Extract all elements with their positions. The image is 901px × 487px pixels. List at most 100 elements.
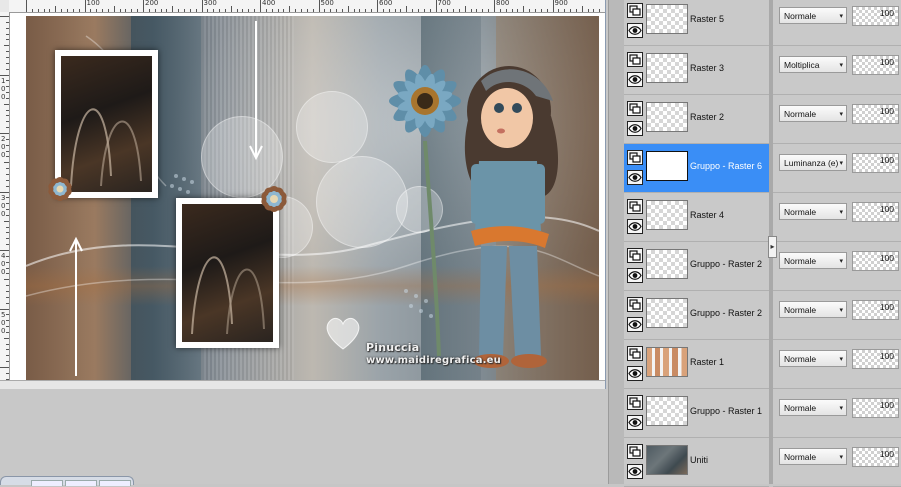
layer-row[interactable]: Raster 1	[624, 340, 769, 389]
image-canvas[interactable]: Pinuccia www.maidiregrafica.eu	[26, 16, 599, 380]
layer-thumbnail[interactable]	[646, 298, 688, 328]
layer-link-icon[interactable]	[627, 248, 643, 263]
ruler-tick	[195, 9, 197, 12]
opacity-slider[interactable]: 100	[852, 153, 899, 173]
ruler-tick	[593, 9, 595, 12]
layer-row[interactable]: Raster 5	[624, 0, 769, 46]
ruler-tick	[505, 9, 507, 12]
blend-mode-dropdown[interactable]: Normale ▾	[779, 448, 847, 465]
ruler-tick	[230, 6, 232, 12]
opacity-slider[interactable]: 100	[852, 300, 899, 320]
layer-row[interactable]: Raster 3	[624, 46, 769, 95]
visibility-eye-icon[interactable]	[627, 219, 643, 234]
layer-thumbnail[interactable]	[646, 151, 688, 181]
layer-row[interactable]: Gruppo - Raster 6	[624, 144, 769, 193]
layer-thumbnail[interactable]	[646, 396, 688, 426]
ruler-label: 500	[320, 0, 334, 7]
layer-link-icon[interactable]	[627, 3, 643, 18]
opacity-value: 100	[879, 8, 894, 18]
ruler-tick	[254, 9, 256, 12]
layer-link-icon[interactable]	[627, 101, 643, 116]
canvas-workspace[interactable]: 100 200 300 400 500 600 700 800 900 100 200 300 400…	[0, 0, 610, 486]
opacity-slider[interactable]: 100	[852, 251, 899, 271]
visibility-eye-icon[interactable]	[627, 170, 643, 185]
layer-name[interactable]: Raster 3	[690, 63, 724, 73]
layer-name[interactable]: Gruppo - Raster 6	[690, 161, 762, 171]
layer-thumbnail[interactable]	[646, 347, 688, 377]
opacity-slider[interactable]: 100	[852, 398, 899, 418]
layer-link-icon[interactable]	[627, 52, 643, 67]
opacity-slider[interactable]: 100	[852, 6, 899, 26]
layer-thumbnail[interactable]	[646, 445, 688, 475]
blend-mode-dropdown[interactable]: Moltiplica ▾	[779, 56, 847, 73]
visibility-eye-icon[interactable]	[627, 464, 643, 479]
blend-mode-dropdown[interactable]: Normale ▾	[779, 301, 847, 318]
blend-mode-label: Moltiplica	[784, 60, 820, 70]
opacity-slider[interactable]: 100	[852, 104, 899, 124]
layer-link-icon[interactable]	[627, 150, 643, 165]
layer-name[interactable]: Gruppo - Raster 2	[690, 308, 762, 318]
ruler-tick	[102, 9, 104, 12]
document-horizontal-scrollbar[interactable]	[0, 380, 605, 389]
layer-name[interactable]: Raster 4	[690, 210, 724, 220]
visibility-eye-icon[interactable]	[627, 415, 643, 430]
layer-row[interactable]: Raster 4	[624, 193, 769, 242]
layer-link-icon[interactable]	[627, 199, 643, 214]
tab-strip-button[interactable]	[99, 480, 131, 486]
blend-mode-dropdown[interactable]: Normale ▾	[779, 252, 847, 269]
layer-link-icon[interactable]	[627, 346, 643, 361]
layer-row[interactable]: Gruppo - Raster 1	[624, 389, 769, 438]
visibility-eye-icon[interactable]	[627, 72, 643, 87]
blend-mode-dropdown[interactable]: Luminanza (e) ▾	[779, 154, 847, 171]
ruler-tick	[0, 250, 9, 251]
ruler-tick	[0, 16, 9, 17]
blend-mode-dropdown[interactable]: Normale ▾	[779, 203, 847, 220]
ruler-tick	[6, 33, 9, 35]
ruler-tick	[441, 9, 443, 12]
visibility-eye-icon[interactable]	[627, 268, 643, 283]
opacity-slider[interactable]: 100	[852, 447, 899, 467]
ruler-label: 500	[1, 310, 6, 335]
tab-strip-button[interactable]	[31, 480, 63, 486]
ruler-tick	[529, 9, 531, 12]
layer-name[interactable]: Raster 1	[690, 357, 724, 367]
layer-thumbnail[interactable]	[646, 102, 688, 132]
expand-arrow-icon[interactable]: ▸	[768, 236, 777, 258]
layer-name[interactable]: Gruppo - Raster 2	[690, 259, 762, 269]
layer-thumbnail[interactable]	[646, 53, 688, 83]
layer-row[interactable]: Gruppo - Raster 2	[624, 291, 769, 340]
ruler-tick	[570, 9, 572, 12]
blend-mode-dropdown[interactable]: Normale ▾	[779, 105, 847, 122]
layer-name[interactable]: Uniti	[690, 455, 708, 465]
visibility-eye-icon[interactable]	[627, 23, 643, 38]
blend-mode-dropdown[interactable]: Normale ▾	[779, 7, 847, 24]
layer-name[interactable]: Raster 2	[690, 112, 724, 122]
layer-thumbnail[interactable]	[646, 4, 688, 34]
layer-name[interactable]: Raster 5	[690, 14, 724, 24]
layer-properties-column: Normale ▾ 100 Moltiplica ▾ 100 Normale ▾ 100 Lumi…	[773, 0, 901, 487]
visibility-eye-icon[interactable]	[627, 121, 643, 136]
visibility-eye-icon[interactable]	[627, 317, 643, 332]
ruler-tick	[587, 9, 589, 12]
layer-row[interactable]: Gruppo - Raster 2	[624, 242, 769, 291]
layer-row[interactable]: Raster 2	[624, 95, 769, 144]
ruler-tick	[540, 9, 542, 12]
ruler-tick	[599, 9, 601, 12]
opacity-slider[interactable]: 100	[852, 349, 899, 369]
blend-mode-dropdown[interactable]: Normale ▾	[779, 350, 847, 367]
layer-thumbnail[interactable]	[646, 249, 688, 279]
layer-thumbnail[interactable]	[646, 200, 688, 230]
layer-name[interactable]: Gruppo - Raster 1	[690, 406, 762, 416]
opacity-value: 100	[879, 155, 894, 165]
document-window[interactable]: 100 200 300 400 500 600 700 800 900 100 200 300 400…	[0, 0, 606, 389]
vertical-ruler: 100 200 300 400 500	[0, 12, 10, 388]
opacity-slider[interactable]: 100	[852, 202, 899, 222]
layer-link-icon[interactable]	[627, 395, 643, 410]
tab-strip-button[interactable]	[65, 480, 97, 486]
opacity-slider[interactable]: 100	[852, 55, 899, 75]
layer-link-icon[interactable]	[627, 297, 643, 312]
layer-row[interactable]: Uniti	[624, 438, 769, 487]
layer-link-icon[interactable]	[627, 444, 643, 459]
blend-mode-dropdown[interactable]: Normale ▾	[779, 399, 847, 416]
visibility-eye-icon[interactable]	[627, 366, 643, 381]
